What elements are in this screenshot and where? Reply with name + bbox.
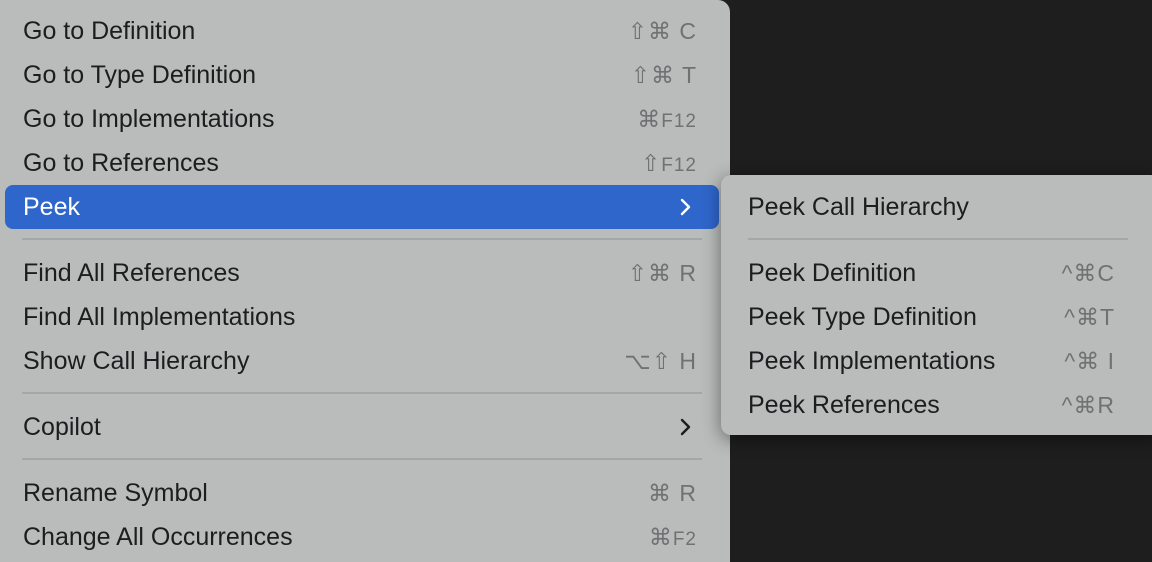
menu-item-label: Peek xyxy=(23,193,80,221)
menu-item-go-to-definition[interactable]: Go to Definition ⇧⌘ C xyxy=(5,9,719,53)
menu-item-find-all-implementations[interactable]: Find All Implementations xyxy=(5,295,719,339)
submenu-item-shortcut: ^⌘R xyxy=(1061,392,1115,418)
menu-separator xyxy=(22,458,702,460)
menu-item-shortcut: ⇧F12 xyxy=(641,141,697,188)
shortcut-key: F12 xyxy=(661,155,697,176)
shortcut-key: F2 xyxy=(672,529,697,550)
menu-item-rename-symbol[interactable]: Rename Symbol ⌘ R xyxy=(5,471,719,515)
submenu-separator xyxy=(748,238,1128,240)
menu-item-label: Go to Implementations xyxy=(23,105,275,133)
menu-item-label: Rename Symbol xyxy=(23,479,208,507)
menu-separator xyxy=(22,238,702,240)
submenu-item-peek-call-hierarchy[interactable]: Peek Call Hierarchy xyxy=(721,185,1152,229)
submenu-item-shortcut: ^⌘T xyxy=(1064,304,1115,330)
shortcut-modifier: ⌘ xyxy=(648,524,673,550)
menu-item-label: Go to Type Definition xyxy=(23,61,257,89)
submenu-item-peek-type-definition[interactable]: Peek Type Definition ^⌘T xyxy=(721,295,1152,339)
menu-separator xyxy=(22,392,702,394)
submenu-item-shortcut: ^⌘C xyxy=(1061,260,1115,286)
menu-item-label: Show Call Hierarchy xyxy=(23,347,250,375)
submenu-item-label: Peek Implementations xyxy=(748,347,996,375)
menu-item-shortcut: ⌥⇧ H xyxy=(624,348,697,374)
menu-item-label: Go to Definition xyxy=(23,17,196,45)
shortcut-modifier: ⌘ xyxy=(637,106,662,132)
menu-item-go-to-implementations[interactable]: Go to Implementations ⌘F12 xyxy=(5,97,719,141)
menu-item-shortcut: ⌘F2 xyxy=(649,515,697,562)
submenu-item-label: Peek Definition xyxy=(748,259,917,287)
submenu-item-label: Peek Type Definition xyxy=(748,303,977,331)
submenu-item-label: Peek Call Hierarchy xyxy=(748,193,969,221)
menu-item-label: Find All Implementations xyxy=(23,303,296,331)
menu-item-label: Change All Occurrences xyxy=(23,523,293,551)
peek-submenu: Peek Call Hierarchy Peek Definition ^⌘C … xyxy=(721,175,1152,435)
menu-item-change-all-occurrences[interactable]: Change All Occurrences ⌘F2 xyxy=(5,515,719,559)
menu-item-show-call-hierarchy[interactable]: Show Call Hierarchy ⌥⇧ H xyxy=(5,339,719,383)
menu-item-shortcut: ⌘ R xyxy=(648,480,697,506)
submenu-item-shortcut: ^⌘ I xyxy=(1064,348,1115,374)
shortcut-modifier: ⇧ xyxy=(640,150,662,176)
menu-item-shortcut: ⇧⌘ T xyxy=(630,62,697,88)
context-menu: Go to Definition ⇧⌘ C Go to Type Definit… xyxy=(0,0,730,562)
shortcut-key: F12 xyxy=(661,111,697,132)
submenu-item-label: Peek References xyxy=(748,391,940,419)
submenu-item-peek-references[interactable]: Peek References ^⌘R xyxy=(721,383,1152,427)
menu-item-label: Copilot xyxy=(23,413,101,441)
menu-item-shortcut: ⇧⌘ R xyxy=(627,260,697,286)
menu-item-go-to-references[interactable]: Go to References ⇧F12 xyxy=(5,141,719,185)
menu-item-peek[interactable]: Peek xyxy=(5,185,719,229)
chevron-right-icon xyxy=(680,198,691,216)
menu-item-find-all-references[interactable]: Find All References ⇧⌘ R xyxy=(5,251,719,295)
submenu-item-peek-implementations[interactable]: Peek Implementations ^⌘ I xyxy=(721,339,1152,383)
submenu-item-peek-definition[interactable]: Peek Definition ^⌘C xyxy=(721,251,1152,295)
menu-item-shortcut: ⌘F12 xyxy=(637,97,697,144)
menu-item-copilot[interactable]: Copilot xyxy=(5,405,719,449)
chevron-right-icon xyxy=(680,418,691,436)
menu-item-label: Find All References xyxy=(23,259,240,287)
menu-item-shortcut: ⇧⌘ C xyxy=(627,18,697,44)
menu-item-go-to-type-definition[interactable]: Go to Type Definition ⇧⌘ T xyxy=(5,53,719,97)
menu-item-label: Go to References xyxy=(23,149,219,177)
